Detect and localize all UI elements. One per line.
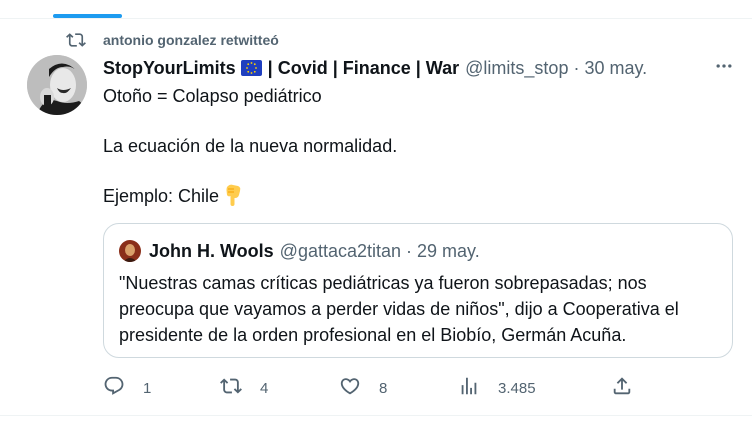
views-button[interactable]: 3.485 bbox=[458, 374, 536, 402]
share-icon bbox=[611, 375, 633, 402]
quoted-tweet-date[interactable]: 29 may. bbox=[417, 241, 480, 262]
tweet-actions-bar: 1 4 8 3.485 bbox=[103, 374, 735, 402]
header-separator: · bbox=[573, 57, 580, 78]
like-count: 8 bbox=[379, 379, 388, 397]
quoted-author-display-name[interactable]: John H. Wools bbox=[149, 241, 274, 262]
tweet-text-line: Otoño = Colapso pediátrico bbox=[103, 86, 322, 106]
reply-count: 1 bbox=[143, 379, 152, 397]
like-button[interactable]: 8 bbox=[339, 374, 387, 402]
quoted-text-line: "Nuestras camas críticas pediátricas ya … bbox=[119, 273, 647, 293]
author-name-suffix[interactable]: | Covid | Finance | War bbox=[268, 58, 459, 79]
backhand-index-pointing-down-icon bbox=[223, 184, 243, 206]
author-display-name[interactable]: StopYourLimits bbox=[103, 58, 236, 79]
quoted-tweet-header: John H. Wools @gattaca2titan · 29 may. bbox=[149, 239, 480, 263]
quoted-text-line: presidente de la orden profesional en el… bbox=[119, 325, 627, 345]
tab-divider bbox=[0, 18, 752, 19]
quoted-author-handle[interactable]: @gattaca2titan bbox=[280, 241, 401, 262]
more-icon bbox=[714, 56, 734, 81]
quoted-text-line: preocupa que vayamos a perder vidas de n… bbox=[119, 299, 679, 319]
eu-flag-icon bbox=[240, 60, 262, 76]
author-handle[interactable]: @limits_stop bbox=[465, 58, 568, 79]
quoted-tweet-card[interactable]: John H. Wools @gattaca2titan · 29 may. "… bbox=[103, 223, 733, 358]
share-button[interactable] bbox=[611, 374, 633, 402]
retweet-count: 4 bbox=[260, 379, 269, 397]
tweet-divider bbox=[0, 415, 752, 416]
author-avatar[interactable] bbox=[27, 55, 87, 115]
retweeted-by-text[interactable]: antonio gonzalez retwitteó bbox=[103, 32, 279, 48]
quoted-author-avatar[interactable] bbox=[119, 240, 141, 262]
tweet-text: Ejemplo: Chile bbox=[103, 186, 220, 206]
tweet-date[interactable]: 30 may. bbox=[584, 58, 647, 79]
quoted-tweet-text: "Nuestras camas críticas pediátricas ya … bbox=[119, 270, 719, 348]
tweet-text-line: La ecuación de la nueva normalidad. bbox=[103, 136, 398, 156]
quoted-header-separator: · bbox=[406, 240, 413, 261]
tweet-text-line-with-emoji: Ejemplo: Chile bbox=[103, 184, 243, 208]
heart-icon bbox=[339, 375, 361, 402]
tweet-header: StopYourLimits | Covid | Finance | War @… bbox=[103, 56, 647, 80]
retweet-button[interactable]: 4 bbox=[220, 374, 268, 402]
retweet-icon bbox=[66, 30, 86, 50]
retweet-context: antonio gonzalez retwitteó bbox=[66, 30, 279, 50]
reply-icon bbox=[103, 375, 125, 402]
views-icon bbox=[458, 375, 480, 402]
retweet-icon bbox=[220, 375, 242, 402]
reply-button[interactable]: 1 bbox=[103, 374, 151, 402]
views-count: 3.485 bbox=[498, 379, 536, 397]
more-options-button[interactable] bbox=[712, 58, 736, 78]
